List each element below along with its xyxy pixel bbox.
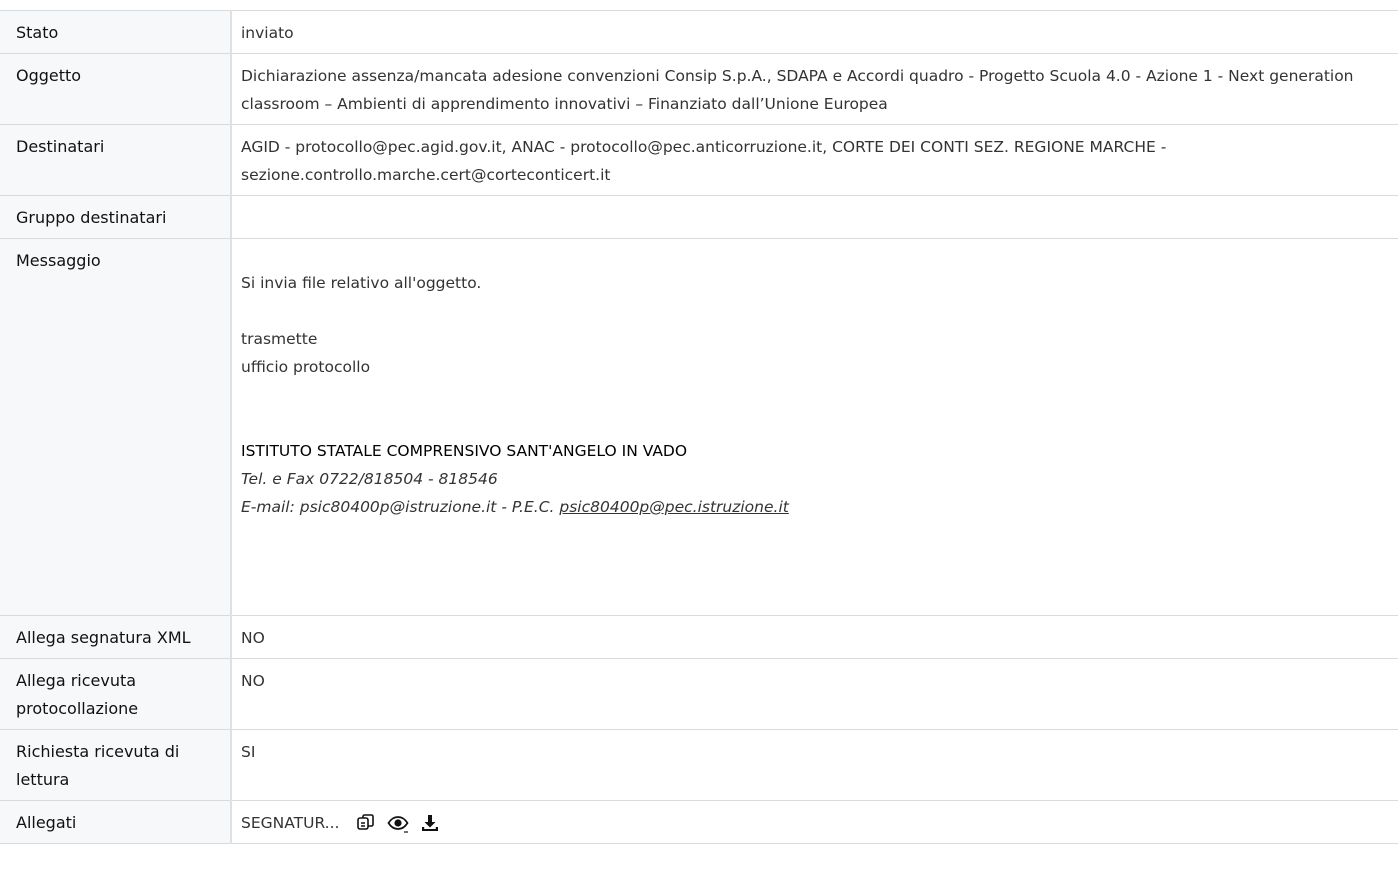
label-segnatura-xml: Allega segnatura XML: [0, 615, 232, 659]
download-icon[interactable]: [419, 812, 441, 834]
row-ricevuta-lettura: Richiesta ricevuta di lettura SI: [0, 729, 1398, 801]
message-line: Si invia file relativo all'oggetto.: [241, 274, 482, 292]
eye-icon[interactable]: [387, 812, 409, 834]
row-allegati: Allegati SEGNATUR...: [0, 800, 1398, 844]
label-destinatari: Destinatari: [0, 124, 232, 196]
row-oggetto: Oggetto Dichiarazione assenza/mancata ad…: [0, 53, 1398, 125]
value-segnatura-xml: NO: [231, 615, 1398, 659]
label-messaggio: Messaggio: [0, 238, 232, 616]
value-gruppo-destinatari: [231, 195, 1398, 239]
label-stato: Stato: [0, 10, 232, 54]
attachment-filename: SEGNATUR...: [241, 814, 340, 832]
label-ricevuta-protocollazione: Allega ricevuta protocollazione: [0, 658, 232, 730]
email-text: E-mail: psic80400p@istruzione.it - P.E.C…: [241, 498, 560, 516]
copy-icon[interactable]: [355, 812, 377, 834]
message-detail-table: Stato inviato Oggetto Dichiarazione asse…: [0, 10, 1398, 844]
label-ricevuta-lettura: Richiesta ricevuta di lettura: [0, 729, 232, 801]
message-body: Si invia file relativo all'oggetto. tras…: [241, 247, 1390, 609]
value-ricevuta-protocollazione: NO: [231, 658, 1398, 730]
row-destinatari: Destinatari AGID - protocollo@pec.agid.g…: [0, 124, 1398, 196]
row-segnatura-xml: Allega segnatura XML NO: [0, 615, 1398, 659]
school-name: ISTITUTO STATALE COMPRENSIVO SANT'ANGELO…: [241, 442, 688, 460]
row-messaggio: Messaggio Si invia file relativo all'ogg…: [0, 238, 1398, 616]
school-email: E-mail: psic80400p@istruzione.it - P.E.C…: [241, 493, 1390, 521]
message-line: trasmette: [241, 330, 318, 348]
value-oggetto: Dichiarazione assenza/mancata adesione c…: [231, 53, 1398, 125]
value-destinatari: AGID - protocollo@pec.agid.gov.it, ANAC …: [231, 124, 1398, 196]
attachment-item: SEGNATUR...: [241, 809, 1390, 837]
label-allegati: Allegati: [0, 800, 232, 844]
pec-email-link[interactable]: psic80400p@pec.istruzione.it: [559, 498, 788, 516]
value-allegati: SEGNATUR...: [231, 800, 1398, 844]
label-oggetto: Oggetto: [0, 53, 232, 125]
value-messaggio: Si invia file relativo all'oggetto. tras…: [231, 238, 1398, 616]
school-phone: Tel. e Fax 0722/818504 - 818546: [241, 470, 498, 488]
row-gruppo-destinatari: Gruppo destinatari: [0, 195, 1398, 239]
message-line: ufficio protocollo: [241, 358, 371, 376]
row-ricevuta-protocollazione: Allega ricevuta protocollazione NO: [0, 658, 1398, 730]
value-ricevuta-lettura: SI: [231, 729, 1398, 801]
label-gruppo-destinatari: Gruppo destinatari: [0, 195, 232, 239]
value-stato: inviato: [231, 10, 1398, 54]
row-stato: Stato inviato: [0, 10, 1398, 54]
